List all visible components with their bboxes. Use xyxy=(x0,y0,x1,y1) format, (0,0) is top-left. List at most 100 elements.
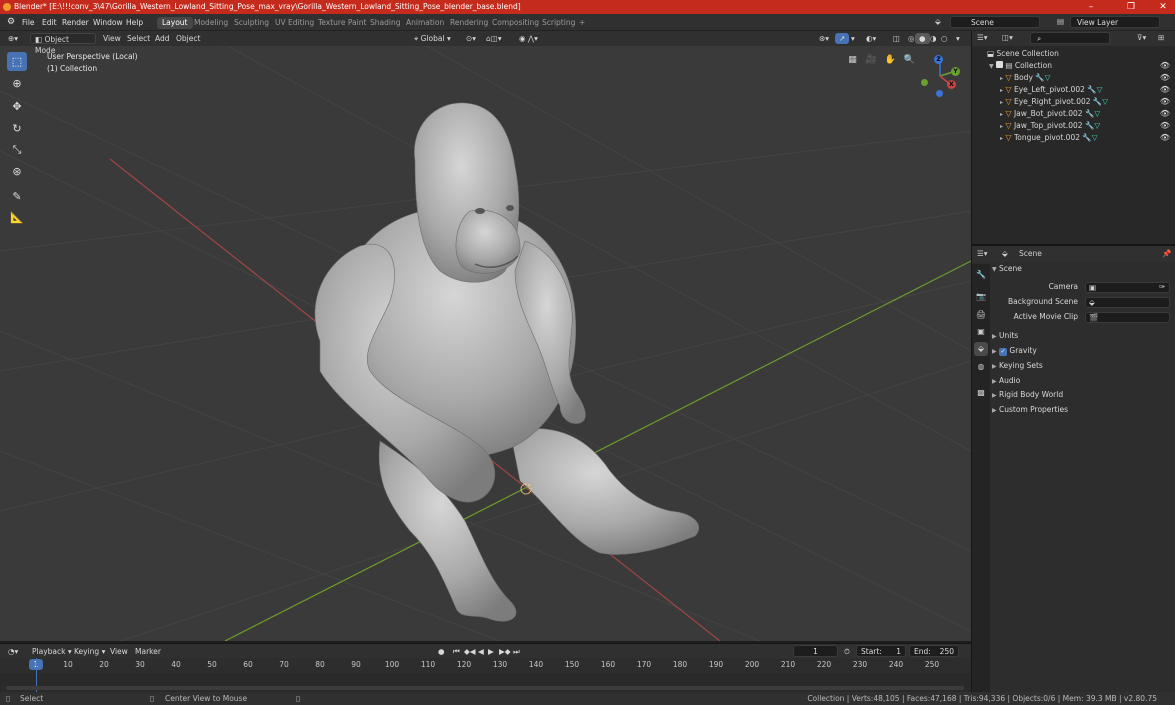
visibility-icon[interactable]: ⊛▾ xyxy=(815,33,833,44)
editor-type-button[interactable]: ⊕▾ xyxy=(4,33,22,44)
menu-window[interactable]: Window xyxy=(89,17,127,28)
menu-render[interactable]: Render xyxy=(58,17,93,28)
scene-panel-header[interactable]: ▼ Scene xyxy=(992,262,1174,276)
end-frame-field[interactable]: End: 250 xyxy=(909,645,959,657)
gizmo-y-axis[interactable]: Y xyxy=(951,67,960,76)
expand-triangle-icon[interactable]: ▸ xyxy=(1000,123,1003,130)
camera-field[interactable]: ▣ xyxy=(1085,282,1170,293)
timeline-ruler[interactable]: 1 10 20 30 40 50 60 70 80 90 100 110 120… xyxy=(0,658,971,673)
rotate-tool-icon[interactable]: ↻ xyxy=(7,119,27,138)
scene-tab-icon[interactable]: ⬙ xyxy=(974,342,988,356)
expand-triangle-icon[interactable]: ▸ xyxy=(1000,99,1003,106)
outliner-scene-collection[interactable]: ⬓ Scene Collection xyxy=(972,48,1175,60)
output-tab-icon[interactable]: 🖨 xyxy=(974,308,988,322)
tab-shading[interactable]: Shading xyxy=(365,17,405,29)
tab-compositing[interactable]: Compositing xyxy=(487,17,544,29)
texture-tab-icon[interactable]: ▩ xyxy=(974,386,988,400)
display-mode-icon[interactable]: ◫▾ xyxy=(1002,33,1013,42)
viewport-menu-object[interactable]: Object xyxy=(172,33,204,44)
custom-properties-panel-header[interactable]: ▶ Custom Properties xyxy=(992,403,1174,417)
eye-icon[interactable]: 👁 xyxy=(1160,84,1170,96)
collection-checkbox[interactable] xyxy=(996,61,1004,68)
gizmo-z-axis[interactable]: Z xyxy=(934,55,943,64)
shading-dropdown-icon[interactable]: ▾ xyxy=(952,33,964,44)
outliner-item-eye-left[interactable]: ▸ ▽ Eye_Left_pivot.002 🔧▽ 👁 xyxy=(972,84,1175,96)
gizmo-neg-z-axis[interactable] xyxy=(936,90,943,97)
tab-texture-paint[interactable]: Texture Paint xyxy=(313,17,371,29)
pan-view-icon[interactable]: ✋ xyxy=(882,52,899,69)
perspective-toggle-icon[interactable]: ▦ xyxy=(844,52,861,69)
eye-icon[interactable]: 👁 xyxy=(1160,132,1170,144)
viewport-menu-view[interactable]: View xyxy=(99,33,125,44)
filter-icon[interactable]: ⊽▾ xyxy=(1137,33,1146,42)
expand-triangle-icon[interactable]: ▸ xyxy=(1000,87,1003,94)
tab-animation[interactable]: Animation xyxy=(401,17,449,29)
outliner-item-jaw-bot[interactable]: ▸ ▽ Jaw_Bot_pivot.002 🔧▽ 👁 xyxy=(972,108,1175,120)
annotate-tool-icon[interactable]: ✎ xyxy=(7,187,27,206)
panel-expand-icon[interactable]: ▼ xyxy=(992,266,997,273)
panel-collapse-icon[interactable]: ▶ xyxy=(992,348,997,355)
orientation-dropdown[interactable]: ⌖ Global ▾ xyxy=(410,33,455,44)
eyedropper-icon[interactable]: ✑ xyxy=(1159,282,1165,291)
object-mode-dropdown[interactable]: ◧ Object Mode xyxy=(30,33,96,55)
outliner-item-tongue[interactable]: ▸ ▽ Tongue_pivot.002 🔧▽ 👁 xyxy=(972,132,1175,144)
add-workspace-button[interactable]: + xyxy=(574,17,590,29)
record-button[interactable]: ● xyxy=(434,646,449,657)
properties-editor-type-icon[interactable]: ☰▾ xyxy=(977,249,988,258)
outliner-item-body[interactable]: ▸ ▽ Body 🔧▽ 👁 xyxy=(972,72,1175,84)
3d-cursor-icon[interactable] xyxy=(518,481,534,497)
tab-layout[interactable]: Layout xyxy=(157,17,193,29)
measure-tool-icon[interactable]: 📐 xyxy=(7,208,27,227)
blender-menu-icon[interactable]: ⚙ xyxy=(3,17,19,28)
scene-field[interactable]: Scene xyxy=(950,16,1040,28)
move-tool-icon[interactable]: ✥ xyxy=(7,97,27,116)
minimize-button[interactable]: – xyxy=(1079,0,1103,14)
camera-view-icon[interactable]: 🎥 xyxy=(863,52,880,69)
gravity-checkbox[interactable]: ✓ xyxy=(999,348,1008,356)
gizmo-neg-y-axis[interactable] xyxy=(921,79,928,86)
world-tab-icon[interactable]: ◍ xyxy=(974,360,988,374)
panel-collapse-icon[interactable]: ▶ xyxy=(992,407,997,414)
eye-icon[interactable]: 👁 xyxy=(1160,108,1170,120)
timeline-menu-keying[interactable]: Keying ▾ xyxy=(70,646,109,657)
tab-uv-editing[interactable]: UV Editing xyxy=(270,17,319,29)
tab-sculpting[interactable]: Sculpting xyxy=(229,17,274,29)
view-layer-field[interactable]: View Layer xyxy=(1070,16,1160,28)
timeline-menu-marker[interactable]: Marker xyxy=(131,646,165,657)
timeline-editor-type-icon[interactable]: ◔▾ xyxy=(4,646,22,657)
gorilla-model[interactable] xyxy=(290,101,710,626)
render-tab-icon[interactable]: 📷 xyxy=(974,290,988,304)
pivot-icon[interactable]: ⊙▾ xyxy=(462,33,480,44)
transform-tool-icon[interactable]: ⊛ xyxy=(7,162,27,181)
overlay-toggle-icon[interactable]: ◐▾ xyxy=(862,33,880,44)
keying-sets-panel-header[interactable]: ▶ Keying Sets xyxy=(992,359,1174,373)
view-layer-tab-icon[interactable]: ▣ xyxy=(974,325,988,339)
viewport-menu-add[interactable]: Add xyxy=(151,33,174,44)
scale-tool-icon[interactable]: ⤡ xyxy=(7,140,27,159)
gizmo-dropdown-icon[interactable]: ▾ xyxy=(847,33,859,44)
snap-icon[interactable]: ⌂◫▾ xyxy=(482,33,506,44)
xray-toggle-icon[interactable]: ◫ xyxy=(889,33,904,44)
outliner-search-input[interactable]: ⌕ xyxy=(1030,32,1110,44)
timeline-scrollbar[interactable] xyxy=(6,686,964,690)
gizmo-x-axis[interactable]: X xyxy=(947,80,956,89)
outliner-item-jaw-top[interactable]: ▸ ▽ Jaw_Top_pivot.002 🔧▽ 👁 xyxy=(972,120,1175,132)
movie-clip-field[interactable]: 🎬 xyxy=(1085,312,1170,323)
start-frame-field[interactable]: Start: 1 xyxy=(856,645,906,657)
cursor-tool-icon[interactable]: ⊕ xyxy=(7,74,27,93)
eye-icon[interactable]: 👁 xyxy=(1160,72,1170,84)
eye-icon[interactable]: 👁 xyxy=(1160,96,1170,108)
tool-tab-icon[interactable]: 🔧 xyxy=(974,268,988,282)
panel-collapse-icon[interactable]: ▶ xyxy=(992,333,997,340)
select-box-tool-icon[interactable]: ⬚ xyxy=(7,52,27,71)
close-button[interactable]: ✕ xyxy=(1151,0,1175,14)
panel-collapse-icon[interactable]: ▶ xyxy=(992,378,997,385)
new-collection-icon[interactable]: ⊞ xyxy=(1158,33,1164,42)
audio-panel-header[interactable]: ▶ Audio xyxy=(992,374,1174,388)
viewport-menu-select[interactable]: Select xyxy=(123,33,154,44)
jump-end-button[interactable]: ⏭ xyxy=(509,646,524,657)
expand-triangle-icon[interactable]: ▸ xyxy=(1000,75,1003,82)
timeline-menu-playback[interactable]: Playback ▾ xyxy=(28,646,76,657)
expand-triangle-icon[interactable]: ▸ xyxy=(1000,111,1003,118)
eye-icon[interactable]: 👁 xyxy=(1160,120,1170,132)
